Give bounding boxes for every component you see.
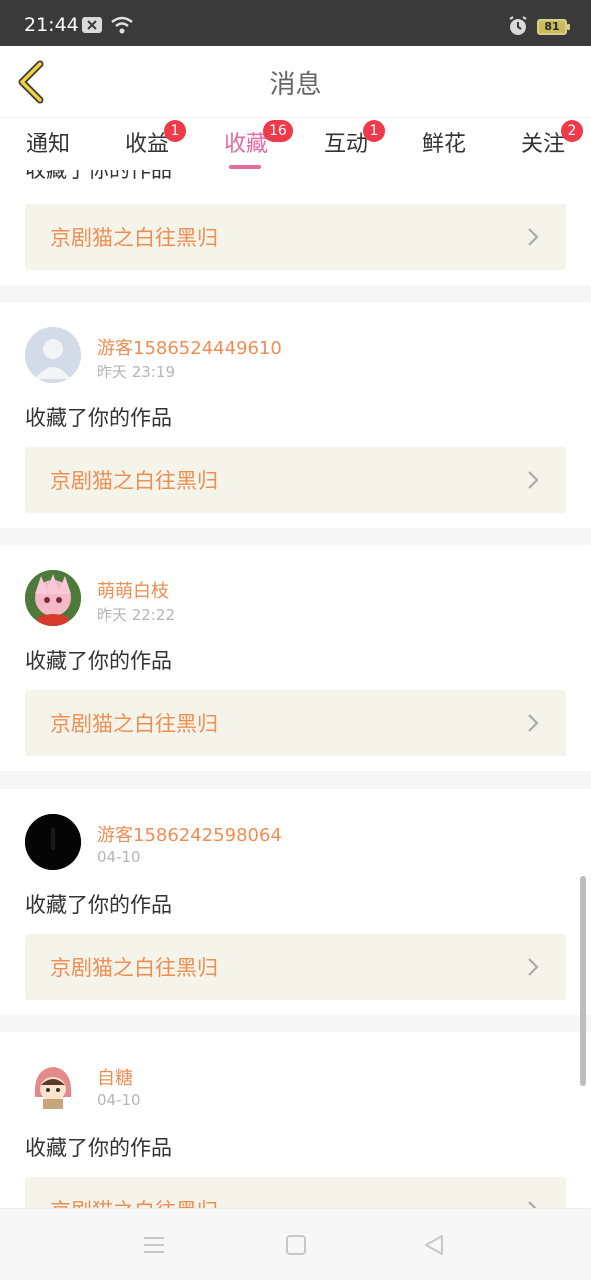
tab-badge: 1 — [164, 120, 186, 142]
list-item: 萌萌白枝 昨天 22:22 收藏了你的作品 京剧猫之白往黑归 — [0, 545, 591, 771]
tab-label: 关注 — [520, 132, 565, 157]
dark-avatar-icon — [25, 814, 81, 870]
work-title: 京剧猫之白往黑归 — [50, 1195, 218, 1208]
chevron-right-icon — [528, 1201, 537, 1208]
work-link[interactable]: 京剧猫之白往黑归 — [25, 447, 566, 513]
menu-button[interactable] — [140, 1231, 168, 1259]
action-text: 收藏了你的作品 — [25, 406, 172, 430]
chevron-right-icon — [528, 714, 539, 732]
avatar[interactable] — [25, 814, 81, 870]
tab-bar: 通知 收益 1 收藏 16 互动 1 鲜花 关注 2 — [0, 118, 591, 170]
back-nav-button[interactable] — [421, 1231, 449, 1259]
work-link[interactable]: 京剧猫之白往黑归 — [25, 1177, 566, 1208]
alarm-icon — [507, 15, 529, 37]
tab-label: 互动 — [323, 132, 368, 157]
work-title: 京剧猫之白往黑归 — [50, 712, 218, 736]
tab-label: 收益 — [124, 132, 169, 157]
list-item: 收藏了你的作品 京剧猫之白往黑归 — [0, 170, 591, 286]
tab-earnings[interactable]: 收益 1 — [107, 120, 187, 170]
status-time: 21:44 — [24, 14, 79, 36]
username[interactable]: 自糖 — [97, 1064, 133, 1090]
cartoon-avatar-icon — [25, 1057, 81, 1113]
message-list[interactable]: 收藏了你的作品 京剧猫之白往黑归 游客1586524449610 昨天 23:1… — [0, 170, 591, 1208]
notification-icon — [82, 17, 102, 33]
tab-flowers[interactable]: 鲜花 — [404, 126, 484, 170]
default-avatar-icon — [25, 327, 81, 383]
action-text: 收藏了你的作品 — [25, 649, 172, 673]
action-text: 收藏了你的作品 — [25, 170, 172, 182]
work-link[interactable]: 京剧猫之白往黑归 — [25, 690, 566, 756]
username[interactable]: 游客1586524449610 — [97, 334, 282, 360]
avatar[interactable] — [25, 1057, 81, 1113]
username[interactable]: 萌萌白枝 — [97, 577, 169, 603]
header: 消息 — [0, 46, 591, 118]
page-title: 消息 — [269, 70, 322, 100]
list-item: 自糖 04-10 收藏了你的作品 京剧猫之白往黑归 — [0, 1032, 591, 1208]
tab-follows[interactable]: 关注 2 — [503, 120, 583, 170]
timestamp: 04-10 — [97, 848, 141, 866]
tab-interactions[interactable]: 互动 1 — [306, 120, 386, 170]
list-item: 游客1586242598064 04-10 收藏了你的作品 京剧猫之白往黑归 — [0, 789, 591, 1015]
tab-badge: 16 — [263, 120, 293, 142]
scrollbar[interactable] — [580, 876, 586, 1086]
work-link[interactable]: 京剧猫之白往黑归 — [25, 934, 566, 1000]
tab-label: 鲜花 — [421, 132, 466, 157]
timestamp: 昨天 23:19 — [97, 363, 175, 381]
battery-icon: 81 — [537, 19, 570, 35]
action-text: 收藏了你的作品 — [25, 893, 172, 917]
avatar[interactable] — [25, 327, 81, 383]
home-button[interactable] — [282, 1231, 310, 1259]
home-icon — [286, 1235, 306, 1255]
menu-icon — [144, 1237, 164, 1253]
tab-notifications[interactable]: 通知 — [8, 126, 88, 170]
back-triangle-icon — [425, 1235, 443, 1255]
chevron-right-icon — [528, 471, 539, 489]
tab-badge: 2 — [561, 120, 583, 142]
wifi-icon — [110, 16, 134, 34]
avatar[interactable] — [25, 570, 81, 626]
work-title: 京剧猫之白往黑归 — [50, 956, 218, 980]
username[interactable]: 游客1586242598064 — [97, 821, 282, 847]
chevron-right-icon — [528, 228, 539, 246]
chevron-right-icon — [528, 958, 539, 976]
status-bar: 21:44 81 — [0, 0, 591, 46]
tab-label: 收藏 — [223, 132, 268, 157]
work-link[interactable]: 京剧猫之白往黑归 — [25, 204, 566, 270]
timestamp: 04-10 — [97, 1091, 141, 1109]
work-title: 京剧猫之白往黑归 — [50, 469, 218, 493]
anime-avatar-icon — [25, 570, 81, 626]
system-nav-bar — [0, 1208, 591, 1280]
action-text: 收藏了你的作品 — [25, 1136, 172, 1160]
active-tab-indicator — [229, 165, 261, 169]
tab-badge: 1 — [363, 120, 385, 142]
list-item: 游客1586524449610 昨天 23:19 收藏了你的作品 京剧猫之白往黑… — [0, 302, 591, 528]
timestamp: 昨天 22:22 — [97, 606, 175, 624]
work-title: 京剧猫之白往黑归 — [50, 226, 218, 250]
tab-label: 通知 — [25, 132, 70, 157]
tab-favorites[interactable]: 收藏 16 — [206, 120, 293, 170]
